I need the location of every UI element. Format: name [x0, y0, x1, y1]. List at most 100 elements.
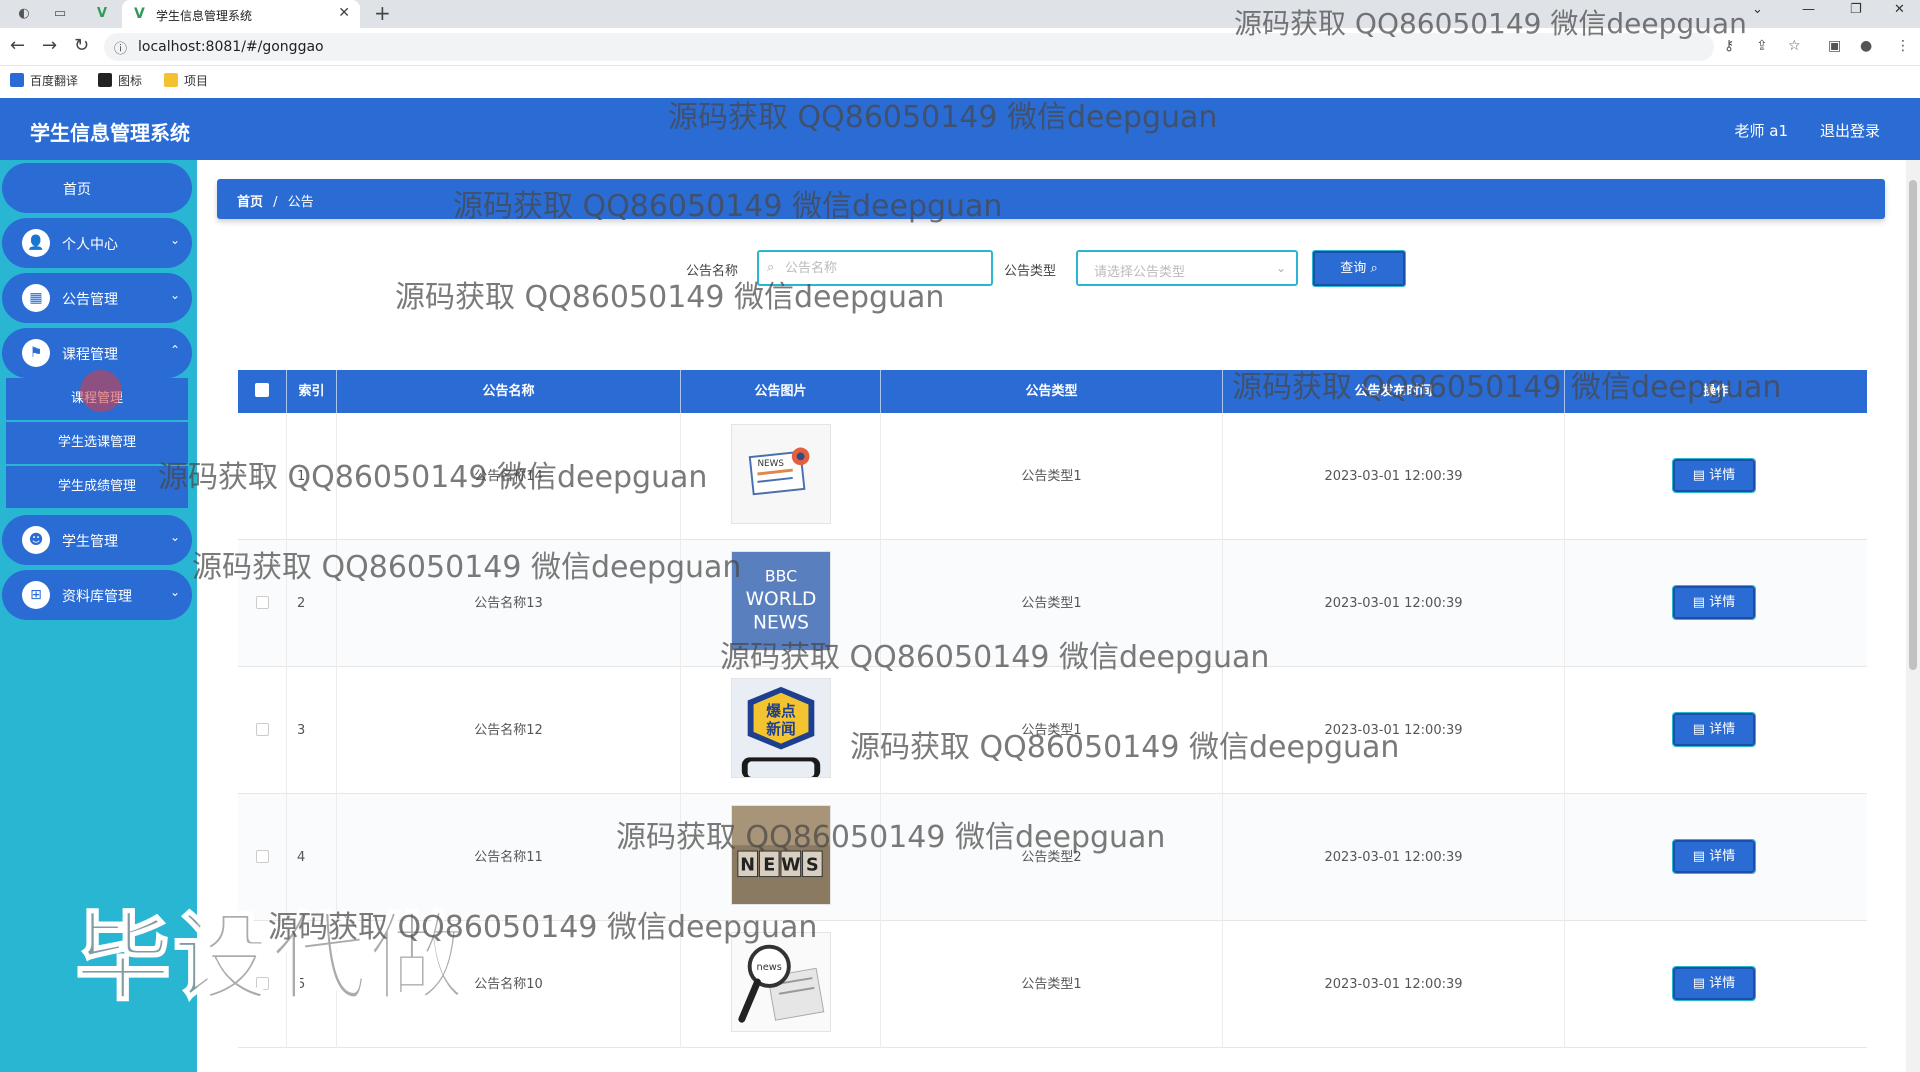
bookmarks-bar: 百度翻译 图标 项目	[0, 67, 1920, 94]
apps-icon: ⊞	[22, 581, 50, 609]
detail-button[interactable]: ▤ 详情	[1672, 839, 1756, 874]
translate-icon	[10, 73, 24, 87]
browser-tab-active[interactable]: V 学生信息管理系统 ✕	[122, 0, 360, 28]
restore-icon[interactable]: ❐	[1850, 2, 1862, 17]
letter-s: S	[806, 856, 819, 876]
bookmark-baidu-translate[interactable]: 百度翻译	[10, 72, 78, 89]
sidebar-item-notice[interactable]: ▦ 公告管理 ⌄	[2, 273, 192, 323]
notice-type-label: 公告类型	[1004, 264, 1057, 279]
news-magnifier-image[interactable]: news	[731, 932, 831, 1032]
browser-menu-icon[interactable]: ◐	[14, 4, 34, 24]
chevron-down-icon: ⌄	[169, 233, 180, 247]
news-lower-text: news	[757, 962, 782, 973]
row-image-cell: N E W S	[681, 794, 881, 921]
key-icon[interactable]: ⚷	[1724, 38, 1734, 54]
detail-button[interactable]: ▤ 详情	[1672, 458, 1756, 493]
sidebar-item-profile[interactable]: 👤 个人中心 ⌄	[2, 218, 192, 268]
document-icon: ▤	[1692, 976, 1710, 991]
news-blocks-image[interactable]: N E W S	[731, 805, 831, 905]
flag-icon: ⚑	[22, 339, 50, 367]
sidebar-item-home[interactable]: 首页	[2, 163, 192, 213]
detail-button[interactable]: ▤ 详情	[1672, 712, 1756, 747]
row-time: 2023-03-01 12:00:39	[1223, 413, 1565, 540]
world-text: WORLD	[746, 589, 817, 610]
forward-icon[interactable]: →	[42, 36, 57, 56]
breadcrumb-home[interactable]: 首页	[237, 195, 263, 210]
news-flyer-image[interactable]: NEWS	[731, 424, 831, 524]
sidebar-item-label: 公告管理	[62, 292, 118, 308]
detail-button[interactable]: ▤ 详情	[1672, 585, 1756, 620]
row-name: 公告名称11	[337, 794, 681, 921]
sidebar-item-student[interactable]: ☻ 学生管理 ⌄	[2, 515, 192, 565]
sidebar-item-label: 个人中心	[62, 237, 118, 253]
minimize-icon[interactable]: —	[1802, 2, 1815, 17]
row-action-cell: ▤ 详情	[1565, 540, 1867, 667]
notice-name-input[interactable]	[785, 258, 985, 278]
folder-icon	[164, 73, 178, 87]
image-icon	[98, 73, 112, 87]
tab-close-icon[interactable]: ✕	[338, 5, 350, 21]
row-checkbox[interactable]	[238, 794, 287, 921]
row-type: 公告类型1	[881, 540, 1223, 667]
row-type: 公告类型1	[881, 921, 1223, 1048]
submenu-course-selection[interactable]: 学生选课管理	[6, 422, 188, 464]
reload-icon[interactable]: ↻	[74, 36, 89, 56]
col-header-time: 公告发布时间	[1223, 370, 1565, 413]
profile-icon[interactable]: ●	[1860, 38, 1872, 54]
query-button[interactable]: 查询 ⌕	[1312, 250, 1406, 287]
row-image-cell: NEWS	[681, 413, 881, 540]
page-scrollbar[interactable]	[1906, 160, 1920, 1072]
tab-title: 学生信息管理系统	[156, 9, 253, 23]
detail-button[interactable]: ▤ 详情	[1672, 966, 1756, 1001]
breadcrumb-current: 公告	[287, 195, 314, 210]
sidebar-item-library[interactable]: ⊞ 资料库管理 ⌄	[2, 570, 192, 620]
row-checkbox[interactable]	[238, 540, 287, 667]
select-all-checkbox[interactable]	[238, 370, 287, 413]
row-time: 2023-03-01 12:00:39	[1223, 794, 1565, 921]
row-image-cell: 爆点 新闻	[681, 667, 881, 794]
row-index: 4	[287, 794, 337, 921]
back-icon[interactable]: ←	[10, 36, 25, 56]
new-tab-icon[interactable]: +	[374, 2, 391, 24]
row-type: 公告类型1	[881, 413, 1223, 540]
browser-tabbar: ◐ ▭ V V 学生信息管理系统 ✕ + ⌄ — ❐ ✕	[0, 0, 1920, 28]
table-row: 3 公告名称12 爆点 新闻 公告类型1 2023-03-01 12:00:39…	[238, 667, 1867, 794]
submenu-course-grades[interactable]: 学生成绩管理	[6, 466, 188, 508]
pinned-tab-icon[interactable]: V	[92, 4, 112, 24]
row-action-cell: ▤ 详情	[1565, 413, 1867, 540]
breaking-news-image[interactable]: 爆点 新闻	[731, 678, 831, 778]
current-user: 老师 a1	[1734, 122, 1788, 140]
notice-type-select[interactable]: 请选择公告类型 ⌄	[1076, 250, 1298, 286]
table-row: 1 公告名称14 NEWS 公告类型1 2023-03-01 12:00:39 …	[238, 413, 1867, 540]
bbc-world-news-image[interactable]: BBC WORLD NEWS	[731, 551, 831, 651]
search-icon: ⌕	[1370, 261, 1378, 276]
checkbox-icon	[255, 723, 269, 736]
url-text: localhost:8081/#/gonggao	[138, 39, 324, 55]
table-row: 2 公告名称13 BBC WORLD NEWS 公告类型1 2023-03-01…	[238, 540, 1867, 667]
row-checkbox[interactable]	[238, 667, 287, 794]
vue-favicon-icon: V	[134, 6, 145, 22]
news-text: NEWS	[753, 612, 809, 633]
site-info-icon[interactable]: ⓘ	[114, 38, 127, 57]
table-row: 5 公告名称10 news 公告类型1 2023-03-01 12:00:39 …	[238, 921, 1867, 1048]
share-icon[interactable]: ⇪	[1756, 38, 1768, 54]
more-menu-icon[interactable]: ⋮	[1896, 38, 1910, 54]
sidebar-item-label: 首页	[63, 182, 91, 198]
bookmark-icons[interactable]: 图标	[98, 72, 142, 89]
url-field[interactable]: ⓘ localhost:8081/#/gonggao	[104, 33, 1714, 61]
window-close-icon[interactable]: ✕	[1894, 2, 1905, 17]
row-index: 3	[287, 667, 337, 794]
bookmark-project-folder[interactable]: 项目	[164, 72, 208, 89]
bookmark-star-icon[interactable]: ☆	[1788, 38, 1801, 54]
scrollbar-thumb[interactable]	[1909, 180, 1917, 670]
sidebar-item-label: 学生管理	[62, 534, 118, 550]
side-panel-icon[interactable]: ▣	[1828, 38, 1841, 54]
tab-search-chevron-icon[interactable]: ⌄	[1752, 2, 1763, 17]
logout-link[interactable]: 退出登录	[1820, 120, 1880, 141]
row-checkbox[interactable]	[238, 413, 287, 540]
tab-group-icon[interactable]: ▭	[50, 4, 70, 24]
student-icon: ☻	[22, 526, 50, 554]
breaking-text-2: 新闻	[766, 720, 795, 738]
row-checkbox[interactable]	[238, 921, 287, 1048]
notice-name-field[interactable]: ⌕	[757, 250, 993, 286]
